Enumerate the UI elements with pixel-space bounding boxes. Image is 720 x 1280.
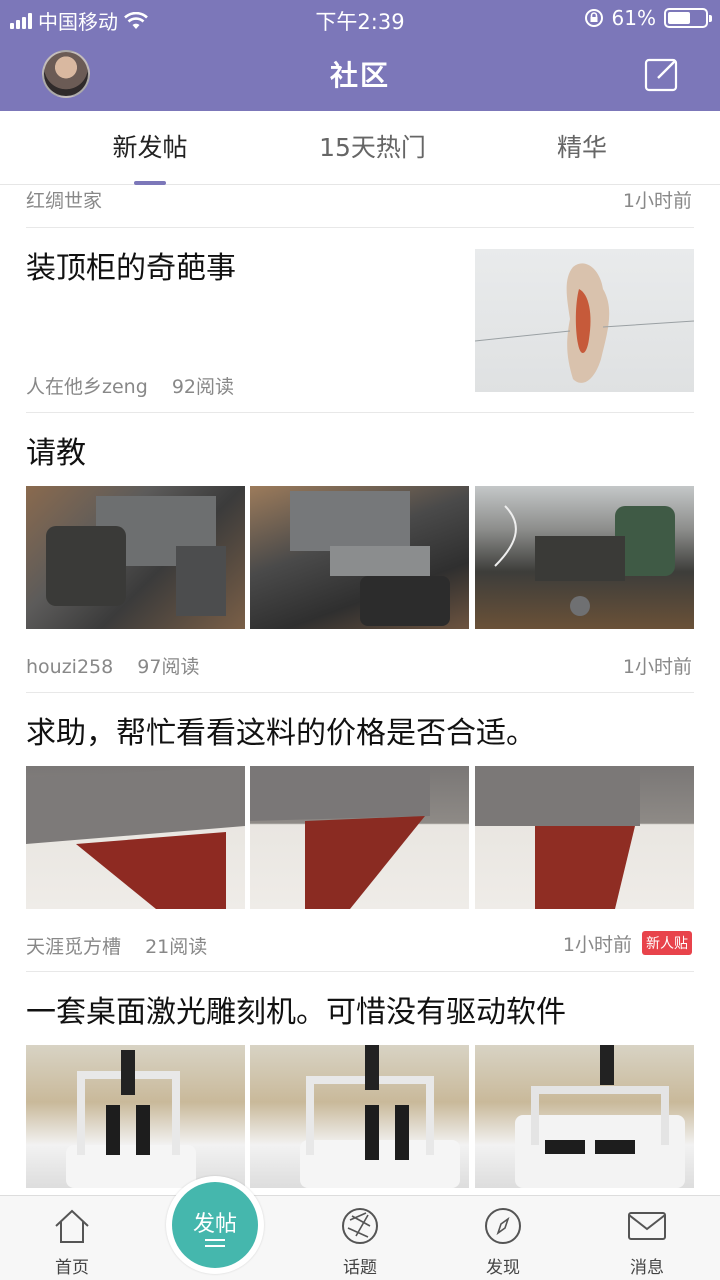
machine-vise-image — [290, 491, 450, 626]
post-image[interactable] — [26, 766, 245, 909]
wood-ruler-image — [475, 766, 640, 909]
tab-discover-label: 发现 — [486, 1258, 520, 1278]
menu-lines-icon — [205, 1239, 225, 1241]
page-title: 社区 — [329, 59, 390, 92]
tab-featured[interactable]: 精华 — [532, 111, 632, 185]
post-image[interactable] — [475, 486, 694, 629]
menu-lines-icon — [205, 1245, 225, 1247]
feed-tabs: 新发帖 15天热门 精华 — [0, 111, 720, 185]
post-time: 1小时前 — [562, 934, 632, 956]
post-image[interactable] — [475, 766, 694, 909]
envelope-icon — [628, 1212, 666, 1240]
post-image[interactable] — [26, 1045, 245, 1188]
post-reads: 21阅读 — [145, 936, 208, 958]
wood-ruler-image — [26, 766, 245, 909]
post-feed: 红绸世家 1小时前 装顶柜的奇葩事 人在他乡zeng 92阅读 请教 houzi… — [0, 185, 720, 1195]
post-image[interactable] — [250, 766, 469, 909]
post-title[interactable]: 求助，帮忙看看这料的价格是否合适。 — [26, 708, 536, 752]
divider — [26, 412, 694, 413]
post-image[interactable] — [475, 1045, 694, 1188]
post-thumbnail[interactable] — [475, 249, 694, 392]
tab-home-label: 首页 — [55, 1258, 89, 1278]
post-meta: houzi258 97阅读 — [26, 652, 199, 679]
wood-ruler-image — [250, 766, 430, 909]
post-image[interactable] — [250, 486, 469, 629]
status-right: 61% — [584, 6, 712, 30]
home-icon — [55, 1209, 89, 1243]
post-author[interactable]: 天涯觅方槽 — [26, 936, 121, 958]
post-image[interactable] — [26, 486, 245, 629]
post-title[interactable]: 请教 — [26, 428, 86, 472]
tab-discover[interactable]: 发现 — [453, 1196, 553, 1280]
new-user-badge: 新人贴 — [642, 931, 692, 955]
damaged-wall-image — [475, 263, 694, 383]
post-time-group: 1小时前 新人贴 — [563, 930, 692, 957]
tab-topics[interactable]: 话题 — [310, 1196, 410, 1280]
post-meta: 天涯觅方槽 21阅读 — [26, 932, 207, 959]
tab-topics-label: 话题 — [343, 1258, 377, 1278]
post-title[interactable]: 装顶柜的奇葩事 — [26, 243, 236, 287]
compose-icon[interactable] — [644, 56, 680, 92]
divider — [26, 692, 694, 693]
divider — [26, 227, 694, 228]
post-author[interactable]: 红绸世家 — [26, 186, 102, 213]
post-meta: 人在他乡zeng 92阅读 — [26, 372, 234, 399]
battery-icon — [664, 8, 712, 28]
post-author[interactable]: houzi258 — [26, 656, 113, 678]
machine-assembly-image — [494, 505, 675, 616]
post-reads: 97阅读 — [137, 656, 200, 678]
post-reads: 92阅读 — [171, 376, 234, 398]
laser-engraver-image — [300, 1045, 460, 1188]
machine-vise-image — [46, 496, 226, 616]
new-post-button[interactable]: 发帖 — [166, 1176, 264, 1274]
nav-bar: 社区 — [0, 38, 720, 111]
tab-new-posts[interactable]: 新发帖 — [100, 111, 200, 185]
post-time: 1小时前 — [622, 190, 692, 212]
post-author[interactable]: 人在他乡zeng — [26, 376, 148, 398]
battery-percent: 61% — [611, 6, 656, 30]
compass-icon — [485, 1208, 521, 1244]
tab-home[interactable]: 首页 — [22, 1196, 122, 1280]
post-time: 1小时前 — [622, 656, 692, 678]
app-header: 中国移动 下午2:39 61% 社区 — [0, 0, 720, 111]
status-bar: 中国移动 下午2:39 61% — [0, 0, 720, 38]
laser-engraver-image — [515, 1045, 685, 1188]
divider — [26, 971, 694, 972]
post-image[interactable] — [250, 1045, 469, 1188]
post-title[interactable]: 一套桌面激光雕刻机。可惜没有驱动软件 — [26, 987, 566, 1031]
rotation-lock-icon — [584, 9, 603, 27]
bottom-tab-bar: 首页 话题 发现 消息 — [0, 1195, 720, 1280]
laser-engraver-image — [66, 1050, 196, 1188]
tab-messages[interactable]: 消息 — [597, 1196, 697, 1280]
tab-messages-label: 消息 — [630, 1258, 664, 1278]
aperture-icon — [342, 1208, 378, 1244]
battery-fill — [668, 12, 690, 24]
new-post-button-inner: 发帖 — [172, 1182, 258, 1268]
tab-hot-15-days[interactable]: 15天热门 — [300, 111, 445, 185]
new-post-label: 发帖 — [192, 1212, 237, 1237]
